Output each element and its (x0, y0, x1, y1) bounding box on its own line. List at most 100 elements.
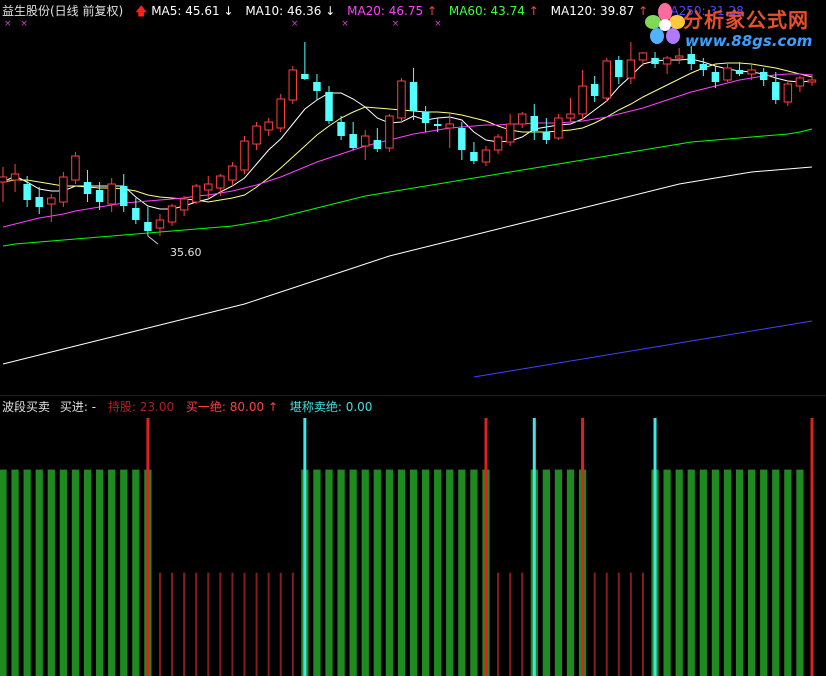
candle-body-down (325, 92, 333, 121)
candle-body-up (59, 176, 68, 203)
candle-body-down (759, 72, 768, 80)
chart-window: 益生股份(日线 前复权) 🡅 MA5: 45.61 ↓ MA10: 46.36 … (0, 0, 826, 676)
candle-body-up (783, 83, 793, 103)
cross-icon: × (4, 19, 12, 29)
candle-body-up (204, 183, 213, 191)
hold-bar (132, 469, 140, 676)
candle-body-up (360, 135, 370, 147)
sell-signal-bar (484, 418, 488, 676)
candle-body-up (662, 57, 672, 65)
candle-body-up (505, 123, 515, 143)
candle-body-up (626, 59, 636, 79)
hold-bar (35, 469, 43, 676)
candle-body-down (373, 140, 382, 149)
candle-body-down (313, 82, 321, 91)
flower-logo-icon (645, 3, 685, 44)
sell-signal-bar (146, 418, 150, 676)
candle-body-down (590, 84, 599, 96)
candle-body-up (638, 52, 648, 61)
candle-body-down (421, 112, 430, 123)
hold-bar (566, 469, 575, 676)
candle-body-up (578, 85, 587, 115)
candle-body-down (735, 70, 744, 74)
watermark-url: www.88gs.com (685, 32, 813, 50)
candle-body-up (10, 173, 20, 181)
hold-bar (735, 469, 744, 676)
candle-body-down (542, 132, 551, 140)
hold-bar (385, 469, 394, 676)
candle-body-down (337, 122, 345, 136)
candle-body-up (47, 197, 56, 205)
hold-bar (542, 469, 550, 676)
candle-body-down (433, 124, 442, 126)
candle-body-up (445, 123, 455, 129)
sell-signal-bar (581, 418, 585, 676)
buy-value: 买进: - (59, 400, 97, 414)
hold-bar (446, 469, 454, 676)
hold-bar (711, 469, 720, 676)
candle-body-down (144, 222, 152, 231)
candle-body-down (687, 54, 695, 64)
candle-body-down (23, 184, 31, 200)
hold-bar (554, 469, 563, 676)
candle-body-up (71, 155, 80, 181)
hold-bar (796, 469, 804, 676)
candle-body-down (470, 152, 478, 161)
sell-signal-bar (810, 418, 814, 676)
ma60-label: MA60: 43.74 (448, 4, 525, 18)
candle-body-down (711, 72, 720, 82)
candle-body-up (288, 69, 298, 101)
candle-body-down (409, 82, 418, 111)
candle-body-down (132, 208, 140, 220)
hold-bar (361, 469, 369, 676)
candle-body-up (191, 185, 201, 203)
candle-body-up (155, 219, 165, 229)
candle-body-down (458, 128, 466, 150)
indicator-header: 波段买卖 买进: - 持股: 23.00 买一绝: 80.00 ↑ 堪称卖绝: … (2, 398, 372, 416)
hold-bar (108, 469, 116, 676)
hold-bar (675, 469, 683, 676)
candle-body-up (747, 69, 756, 75)
hold-bar (0, 469, 7, 676)
ma120-label: MA120: 39.87 (550, 4, 635, 18)
indicator-name: 波段买卖 (2, 400, 51, 414)
hold-bar (337, 469, 345, 676)
candle-body-up (674, 55, 684, 59)
hold-bar (434, 469, 442, 676)
candle-body-down (35, 197, 43, 207)
hold-bar (11, 469, 19, 676)
candle-body-down (349, 134, 357, 148)
candle-body-up (481, 149, 491, 163)
hold-bar (723, 469, 732, 676)
cross-icon: × (434, 19, 442, 29)
candle-body-up (493, 136, 503, 151)
hold-bar (373, 469, 381, 676)
sell-all-value: 堪称卖绝: 0.00 (289, 400, 373, 414)
hold-bar (687, 469, 695, 676)
candle-body-down (651, 58, 659, 64)
hold-bar (95, 469, 104, 676)
hold-bar (421, 469, 430, 676)
hold-bar (59, 469, 67, 676)
candle-body-down (615, 60, 623, 77)
hold-bar (458, 469, 466, 676)
candle-body-up (240, 140, 249, 171)
indicator-chart[interactable] (0, 396, 826, 676)
candle-body-up (723, 67, 732, 81)
cross-icon: × (341, 19, 349, 29)
candle-body-up (397, 80, 406, 119)
up-arrow-icon: ↑ (267, 400, 279, 414)
candle-body-up (216, 175, 225, 189)
low-price-marker: 35.60 (170, 246, 202, 259)
hold-bar (120, 469, 128, 676)
hold-bar (83, 469, 92, 676)
watermark-title: 分析家公式网 (683, 8, 809, 32)
hold-value: 持股: 23.00 (107, 400, 175, 414)
candle-body-up (276, 98, 285, 129)
candle-body-up (228, 165, 237, 181)
candle-body-up (554, 117, 563, 139)
price-chart[interactable] (0, 0, 826, 396)
hold-bar (325, 469, 333, 676)
candle-body-down (83, 182, 92, 194)
hold-bar (23, 469, 31, 676)
